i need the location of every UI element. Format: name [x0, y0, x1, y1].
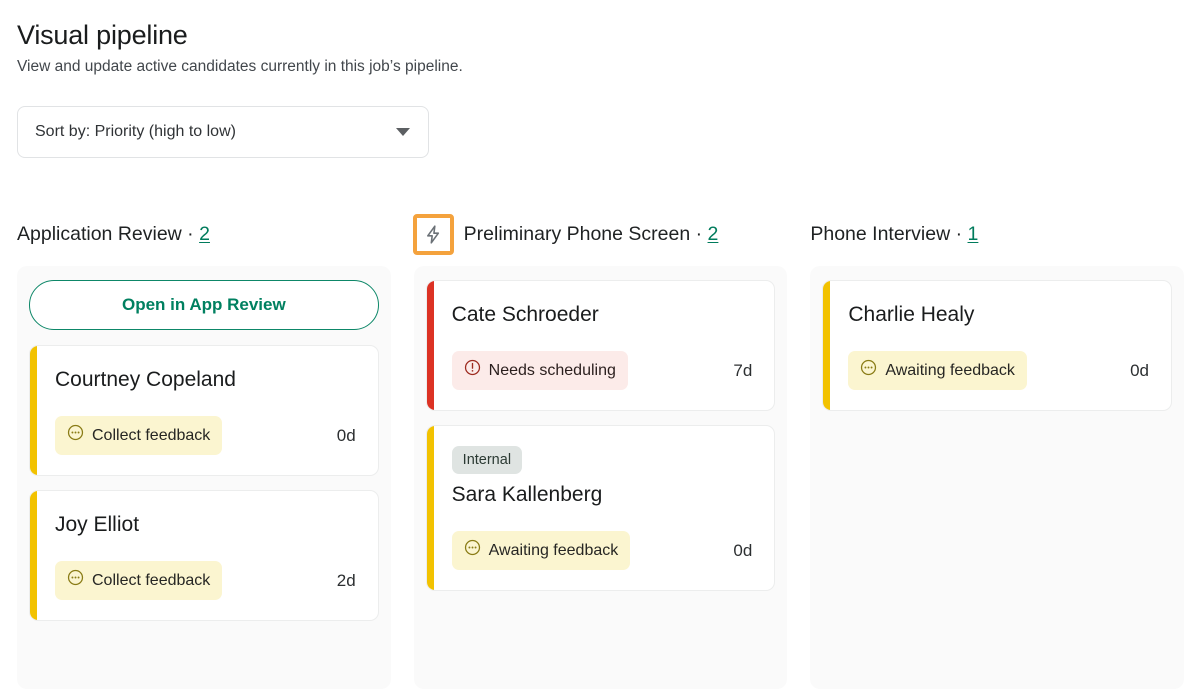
- column-title: Phone Interview · 1: [810, 221, 978, 247]
- column-body: Open in App Review Courtney Copeland Colle…: [17, 266, 391, 689]
- column-count-link[interactable]: 1: [968, 223, 979, 245]
- page-title: Visual pipeline: [17, 20, 188, 50]
- pipeline-column: Preliminary Phone Screen · 2 Cate Schroed…: [412, 213, 788, 689]
- card-footer: Awaiting feedback 0d: [848, 351, 1153, 390]
- column-title: Preliminary Phone Screen · 2: [464, 221, 719, 247]
- candidate-name: Joy Elliot: [55, 513, 140, 536]
- status-badge: Awaiting feedback: [848, 351, 1027, 390]
- page-subtitle: View and update active candidates curren…: [17, 58, 463, 75]
- ellipsis-circle-icon: [860, 359, 877, 382]
- status-badge: Needs scheduling: [451, 351, 628, 390]
- pipeline-board: Application Review · 2 Open in App Review…: [0, 213, 1201, 689]
- column-header: Preliminary Phone Screen · 2: [412, 213, 788, 255]
- column-count-link[interactable]: 2: [708, 223, 719, 245]
- candidate-card[interactable]: Courtney Copeland Collect feedback 0d: [29, 345, 379, 476]
- column-header: Application Review · 2: [17, 215, 391, 253]
- sort-by-select[interactable]: Sort by: Priority (high to low): [17, 106, 429, 158]
- ellipsis-circle-icon: [67, 569, 84, 592]
- status-badge-label: Collect feedback: [92, 571, 211, 589]
- candidate-card[interactable]: Charlie Healy Awaiting feedback 0d: [822, 280, 1173, 411]
- card-age: 0d: [336, 425, 356, 445]
- exclamation-circle-icon: [464, 359, 481, 382]
- card-footer: Awaiting feedback 0d: [451, 531, 757, 570]
- candidate-card[interactable]: Cate Schroeder Needs scheduling 7d: [425, 280, 776, 411]
- chevron-down-icon: [396, 128, 410, 136]
- candidate-name: Courtney Copeland: [55, 368, 236, 391]
- card-footer: Needs scheduling 7d: [451, 351, 757, 390]
- card-age: 0d: [733, 540, 753, 560]
- column-body: Charlie Healy Awaiting feedback 0d: [810, 266, 1185, 689]
- page-header: Visual pipeline View and update active c…: [0, 0, 1201, 78]
- status-badge: Collect feedback: [55, 416, 223, 455]
- candidate-card[interactable]: Joy Elliot Collect feedback 2d: [29, 490, 379, 621]
- column-count-link[interactable]: 2: [199, 223, 210, 245]
- column-title-text: Application Review ·: [17, 223, 194, 245]
- ellipsis-circle-icon: [67, 424, 84, 447]
- candidate-name: Charlie Healy: [848, 303, 975, 326]
- open-in-app-review-button[interactable]: Open in App Review: [29, 280, 379, 330]
- candidate-name: Sara Kallenberg: [451, 483, 603, 506]
- status-badge: Awaiting feedback: [451, 531, 631, 570]
- sort-control-wrapper: Sort by: Priority (high to low): [17, 106, 1201, 158]
- candidate-name: Cate Schroeder: [451, 303, 599, 326]
- status-badge: Collect feedback: [55, 561, 223, 600]
- status-badge-label: Awaiting feedback: [488, 541, 619, 559]
- status-badge-label: Awaiting feedback: [885, 361, 1015, 379]
- candidate-card[interactable]: Internal Sara Kallenberg Awaiting feedback…: [425, 425, 776, 591]
- pipeline-column: Phone Interview · 1 Charlie Healy Awaiting…: [810, 215, 1185, 689]
- sort-by-value: Sort by: Priority (high to low): [35, 123, 236, 140]
- ellipsis-circle-icon: [464, 539, 481, 562]
- column-title: Application Review · 2: [17, 221, 210, 247]
- pipeline-column: Application Review · 2 Open in App Review…: [17, 215, 391, 689]
- card-age: 0d: [1130, 360, 1150, 380]
- card-priority-bar: [426, 426, 434, 590]
- column-title-text: Phone Interview ·: [810, 223, 963, 245]
- card-priority-bar: [823, 281, 831, 410]
- status-badge-label: Collect feedback: [92, 426, 211, 444]
- card-age: 7d: [733, 360, 753, 380]
- card-tag: Internal: [451, 446, 523, 474]
- card-footer: Collect feedback 2d: [55, 561, 360, 600]
- card-priority-bar: [29, 346, 37, 475]
- card-priority-bar: [29, 491, 37, 620]
- card-age: 2d: [336, 570, 356, 590]
- column-title-text: Preliminary Phone Screen ·: [463, 223, 703, 245]
- status-badge-label: Needs scheduling: [488, 361, 616, 379]
- card-footer: Collect feedback 0d: [55, 416, 360, 455]
- card-priority-bar: [426, 281, 434, 410]
- column-body: Cate Schroeder Needs scheduling 7d Internal…: [413, 266, 788, 689]
- column-header: Phone Interview · 1: [810, 215, 1184, 253]
- lightning-bolt-icon[interactable]: [412, 213, 454, 255]
